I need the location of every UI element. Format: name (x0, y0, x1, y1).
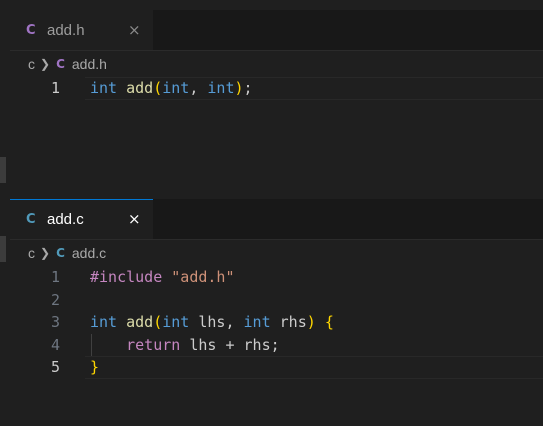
code-token: add (126, 313, 154, 331)
line-number: 5 (50, 358, 60, 376)
code-token: int (207, 79, 235, 97)
code-token: } (90, 358, 100, 376)
tab-add-c[interactable]: C add.c × (10, 199, 153, 239)
code-token: rhs (270, 313, 307, 331)
code-line[interactable]: 5} (10, 356, 543, 379)
breadcrumb-file[interactable]: add.c (72, 245, 106, 261)
code-token: { (324, 313, 334, 331)
code-text: return lhs + rhs; (90, 334, 280, 357)
code-token: int (90, 79, 118, 97)
code-line[interactable]: 1 int add(int, int); (10, 77, 543, 100)
tab-label: add.c (47, 211, 84, 228)
code-token: return (126, 335, 181, 354)
tab-bar: C add.c × (10, 199, 543, 240)
code-token: int (90, 313, 118, 331)
code-text: int add(int lhs, int rhs) { (90, 311, 334, 334)
code-token: ( (153, 79, 163, 97)
chevron-right-icon: ❯ (40, 57, 51, 71)
split-marker-bottom (0, 236, 6, 262)
line-number: 2 (50, 290, 60, 309)
current-line-highlight (85, 356, 543, 379)
editor-group-bottom: C add.c × c ❯ C add.c 1 #include "add.h" 2… (10, 199, 543, 426)
code-token: add (126, 79, 154, 97)
code-text: #include "add.h" (90, 266, 235, 289)
line-number: 1 (50, 268, 60, 286)
code-token: ; (243, 79, 253, 97)
tab-label: add.h (47, 21, 85, 39)
line-number: 1 (50, 79, 60, 97)
line-number: 4 (50, 335, 60, 354)
tab-bar: C add.h × (10, 10, 543, 51)
split-marker-top (0, 157, 6, 183)
chevron-right-icon: ❯ (40, 246, 51, 260)
code-text: int add(int, int); (90, 77, 253, 100)
close-icon[interactable]: × (128, 22, 141, 38)
code-token: "add.h" (171, 268, 235, 286)
code-token: , (189, 79, 208, 97)
code-token: lhs + rhs; (180, 335, 280, 354)
code-text: } (90, 356, 99, 379)
breadcrumb: c ❯ C add.h (28, 54, 107, 74)
c-language-icon: C (26, 212, 36, 227)
breadcrumb-file[interactable]: add.h (72, 56, 107, 72)
code-token: ( (153, 313, 163, 331)
tab-add-h[interactable]: C add.h × (10, 10, 153, 50)
editor-group-top: C add.h × c ❯ C add.h 1 int add(int, int)… (10, 10, 543, 190)
code-token: #include (90, 268, 163, 286)
breadcrumb-folder[interactable]: c (28, 56, 35, 72)
c-language-icon: C (56, 57, 65, 71)
code-line[interactable]: 2 (10, 289, 543, 312)
code-token: int (162, 313, 190, 331)
code-token: int (162, 79, 190, 97)
breadcrumb: c ❯ C add.c (28, 243, 106, 263)
breadcrumb-folder[interactable]: c (28, 245, 35, 261)
code-token: lhs, (189, 313, 244, 331)
code-line[interactable]: 4 return lhs + rhs; (10, 333, 543, 357)
code-token: ) (234, 79, 244, 97)
code-line[interactable]: 1 #include "add.h" (10, 266, 543, 289)
close-icon[interactable]: × (128, 212, 141, 227)
code-token: ) (306, 313, 316, 331)
code-editor[interactable]: 1 int add(int, int); (10, 77, 543, 100)
code-editor[interactable]: 1 #include "add.h" 2 3 int add(int lhs, int … (10, 266, 543, 379)
editor-window: C add.h × c ❯ C add.h 1 int add(int, int)… (0, 0, 543, 426)
c-language-icon: C (56, 246, 65, 260)
line-number: 3 (50, 313, 60, 331)
c-language-icon: C (26, 22, 36, 38)
code-token: int (243, 313, 271, 331)
code-line[interactable]: 3 int add(int lhs, int rhs) { (10, 311, 543, 334)
